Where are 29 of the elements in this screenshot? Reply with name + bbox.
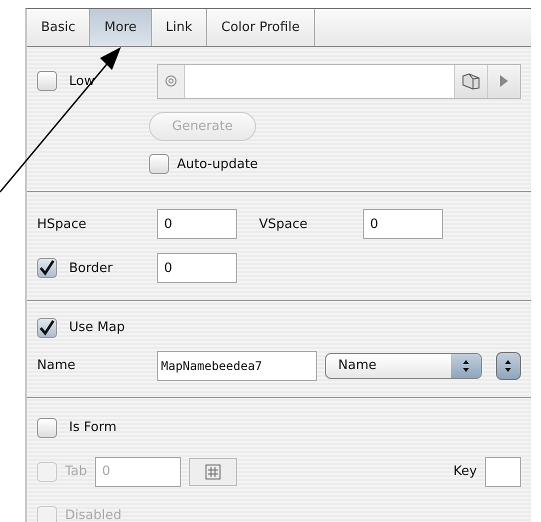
use-map-checkbox[interactable] xyxy=(37,318,57,338)
tab[interactable]: Link xyxy=(152,9,208,46)
source-field[interactable] xyxy=(157,64,521,99)
auto-update-checkbox[interactable] xyxy=(149,154,169,174)
tab-label: Tab xyxy=(65,464,88,479)
border-label: Border xyxy=(69,260,113,276)
border-checkbox[interactable] xyxy=(37,258,57,278)
key-field[interactable] xyxy=(485,456,521,486)
grid-icon[interactable] xyxy=(189,458,238,486)
disabled-label: Disabled xyxy=(65,508,122,522)
name-select[interactable]: Name xyxy=(325,352,482,378)
border-field[interactable]: 0 xyxy=(157,253,237,283)
auto-update-label: Auto-update xyxy=(177,156,258,172)
tab[interactable]: More xyxy=(90,9,152,46)
stepper-icon[interactable] xyxy=(496,352,521,380)
key-label: Key xyxy=(453,464,477,479)
hspace-field[interactable]: 0 xyxy=(157,209,237,239)
map-name-field[interactable]: MapNamebeedea7 xyxy=(157,350,318,380)
low-checkbox[interactable] xyxy=(37,71,57,92)
is-form-label: Is Form xyxy=(69,420,116,435)
use-map-label: Use Map xyxy=(69,320,125,335)
play-icon[interactable] xyxy=(487,64,520,98)
tab[interactable]: Color Profile xyxy=(207,9,315,46)
hspace-label: HSpace xyxy=(37,216,86,232)
name-label: Name xyxy=(37,358,76,373)
stepper-arrows-icon[interactable] xyxy=(450,354,481,378)
vspace-field[interactable]: 0 xyxy=(363,209,443,239)
vspace-label: VSpace xyxy=(259,216,309,232)
is-form-checkbox[interactable] xyxy=(37,418,57,438)
